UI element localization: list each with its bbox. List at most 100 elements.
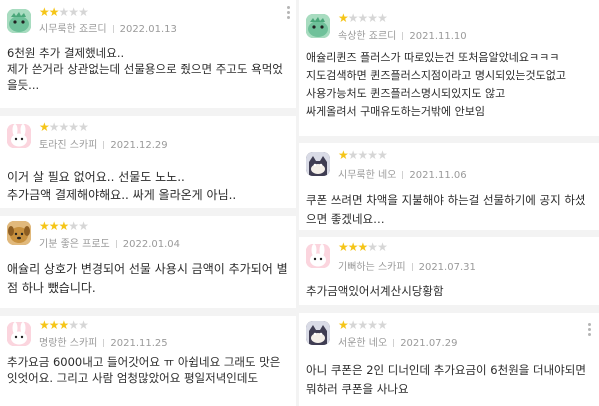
review-date: 2021.11.06	[409, 170, 467, 181]
star-filled-icon: ★	[48, 318, 60, 332]
scappy-avatar-icon	[306, 244, 330, 268]
review-date: 2021.11.25	[110, 338, 168, 349]
review-date: 2022.01.13	[119, 24, 177, 35]
star-empty-icon: ★	[58, 5, 70, 19]
star-filled-icon: ★	[338, 11, 349, 25]
author-name: 시무룩한 죠르디	[39, 24, 107, 35]
review-card: ★★★★★ 시무룩한 네오 2021.11.06 쿠폰 쓰려면 차액을 지불해야 …	[299, 143, 599, 230]
star-empty-icon: ★	[68, 5, 79, 19]
star-empty-icon: ★	[78, 318, 89, 332]
star-empty-icon: ★	[78, 120, 89, 134]
jordy-avatar-icon	[7, 9, 31, 33]
star-filled-icon: ★	[39, 219, 50, 233]
star-empty-icon: ★	[48, 120, 60, 134]
review-text: 애슐리퀸즈 플러스가 따로있는건 또처음알았네요ㅋㅋㅋ 지도검색하면 퀸즈플러스…	[306, 51, 566, 118]
review-meta: 명랑한 스카피 2021.11.25	[39, 334, 168, 349]
star-rating: ★★★★★	[338, 11, 388, 25]
scappy-avatar-icon	[7, 322, 31, 346]
avatar	[7, 221, 31, 245]
star-empty-icon: ★	[347, 148, 359, 162]
star-empty-icon: ★	[78, 219, 89, 233]
star-empty-icon: ★	[357, 11, 369, 25]
star-filled-icon: ★	[48, 219, 60, 233]
more-options-icon[interactable]	[588, 323, 591, 338]
star-empty-icon: ★	[347, 318, 359, 332]
star-rating: ★★★★★	[39, 318, 89, 332]
review-card: ★★★★★ 토라진 스카피 2021.12.29 이거 살 필요 없어요.. 선물…	[0, 116, 296, 208]
review-meta: 속상한 죠르디 2021.11.10	[338, 27, 467, 42]
card-gap	[0, 208, 296, 216]
card-gap	[299, 136, 599, 143]
card-gap	[0, 108, 296, 116]
star-filled-icon: ★	[39, 120, 50, 134]
avatar	[7, 124, 31, 148]
review-card: ★★★★★ 기분 좋은 프로도 2022.01.04 애슐리 상호가 변경되어 선…	[0, 216, 296, 308]
neo-avatar-icon	[306, 152, 330, 176]
review-date: 2021.12.29	[110, 140, 168, 151]
star-filled-icon: ★	[39, 5, 50, 19]
author-name: 서운한 네오	[338, 338, 388, 349]
star-filled-icon: ★	[58, 318, 70, 332]
more-options-icon[interactable]	[287, 6, 290, 21]
star-filled-icon: ★	[39, 318, 50, 332]
review-text: 6천원 추가 결제했네요.. 제가 쓴거라 상관없는데 선물용으로 줬으면 주고…	[7, 46, 283, 92]
review-text: 아니 쿠폰은 2인 디너인데 추가요금이 6천원을 더내야되면 뭐하러 쿠폰을 …	[306, 363, 586, 396]
star-filled-icon: ★	[338, 318, 349, 332]
jordy-avatar-icon	[306, 14, 330, 38]
star-rating: ★★★★★	[39, 5, 89, 19]
star-empty-icon: ★	[377, 318, 388, 332]
avatar	[306, 244, 330, 268]
star-rating: ★★★★★	[39, 120, 89, 134]
review-meta: 시무룩한 네오 2021.11.06	[338, 166, 467, 181]
neo-avatar-icon	[306, 321, 330, 345]
review-text: 애슐리 상호가 변경되어 선물 사용시 금액이 추가되어 별점 하나 뺐습니다.	[7, 262, 288, 295]
review-date: 2021.11.10	[409, 31, 467, 42]
star-empty-icon: ★	[367, 318, 378, 332]
star-rating: ★★★★★	[338, 318, 388, 332]
star-rating: ★★★★★	[39, 219, 89, 233]
star-rating: ★★★★★	[338, 240, 388, 254]
review-date: 2021.07.31	[418, 262, 476, 273]
review-card: ★★★★★ 기뻐하는 스카피 2021.07.31 추가금액있어서계산시당황함	[299, 237, 599, 305]
review-text: 이거 살 필요 없어요.. 선물도 노노.. 추가금액 결제해야해요.. 싸게 …	[7, 170, 237, 202]
star-filled-icon: ★	[338, 148, 349, 162]
star-empty-icon: ★	[68, 219, 79, 233]
review-card: ★★★★★ 명랑한 스카피 2021.11.25 추가요금 6000내고 들어갓어…	[0, 316, 296, 406]
author-name: 시무룩한 네오	[338, 170, 397, 181]
author-name: 명랑한 스카피	[39, 338, 98, 349]
review-card: ★★★★★ 속상한 죠르디 2021.11.10 애슐리퀸즈 플러스가 따로있는건…	[299, 0, 599, 136]
star-filled-icon: ★	[357, 240, 369, 254]
frodo-avatar-icon	[7, 221, 31, 245]
author-name: 속상한 죠르디	[338, 31, 397, 42]
review-text: 쿠폰 쓰려면 차액을 지불해야 하는걸 선물하기에 공지 하셨으면 좋겠네요…	[306, 193, 586, 226]
star-empty-icon: ★	[377, 11, 388, 25]
card-gap	[0, 308, 296, 316]
star-rating: ★★★★★	[338, 148, 388, 162]
review-card: ★★★★★ 시무룩한 죠르디 2022.01.13 6천원 추가 결제했네요.. …	[0, 0, 296, 108]
star-empty-icon: ★	[347, 11, 359, 25]
review-meta: 토라진 스카피 2021.12.29	[39, 136, 168, 151]
author-name: 기뻐하는 스카피	[338, 262, 406, 273]
star-empty-icon: ★	[78, 5, 89, 19]
avatar	[306, 152, 330, 176]
scappy-avatar-icon	[7, 124, 31, 148]
star-empty-icon: ★	[377, 240, 388, 254]
star-empty-icon: ★	[367, 11, 378, 25]
author-name: 기분 좋은 프로도	[39, 239, 110, 250]
review-text: 추가요금 6000내고 들어갓어요 ㅠ 아쉽네요 그래도 맛은 잇엇어요. 그리…	[7, 355, 281, 385]
avatar	[306, 14, 330, 38]
review-meta: 기뻐하는 스카피 2021.07.31	[338, 258, 476, 273]
star-empty-icon: ★	[357, 148, 369, 162]
avatar	[7, 322, 31, 346]
avatar	[306, 321, 330, 345]
card-gap	[299, 305, 599, 313]
avatar	[7, 9, 31, 33]
star-filled-icon: ★	[48, 5, 60, 19]
author-name: 토라진 스카피	[39, 140, 98, 151]
star-empty-icon: ★	[367, 240, 378, 254]
card-gap	[299, 230, 599, 237]
review-text: 추가금액있어서계산시당황함	[306, 284, 444, 298]
star-empty-icon: ★	[357, 318, 369, 332]
review-meta: 기분 좋은 프로도 2022.01.04	[39, 235, 180, 250]
review-date: 2022.01.04	[122, 239, 181, 250]
